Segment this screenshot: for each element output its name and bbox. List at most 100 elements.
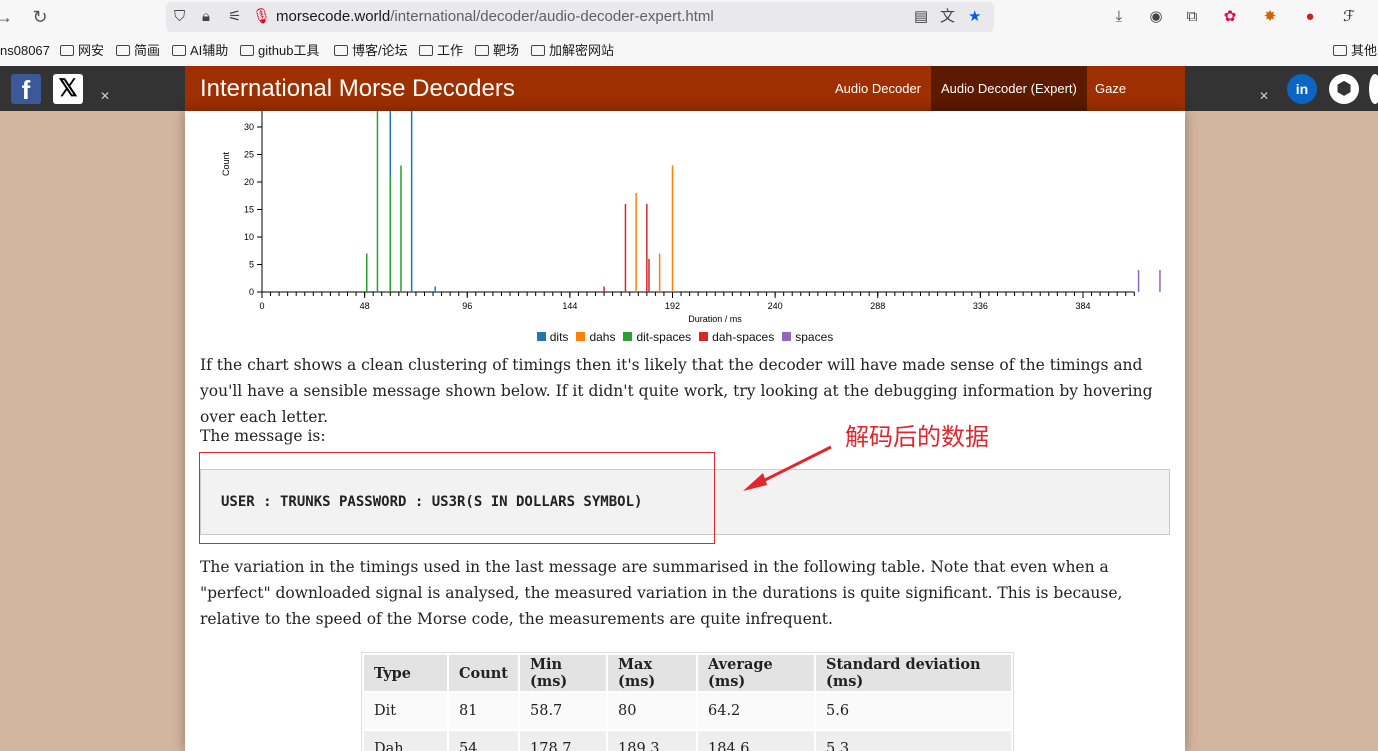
bar-dit-spaces: [389, 176, 392, 292]
url-text[interactable]: morsecode.world/international/decoder/au…: [276, 7, 714, 27]
site-title[interactable]: International Morse Decoders: [200, 75, 515, 103]
legend-label: dit-spaces: [636, 330, 692, 344]
folder-icon: [116, 45, 130, 56]
y-tick-label: 5: [249, 260, 254, 270]
folder-icon: [172, 45, 186, 56]
y-axis-label: Count: [221, 152, 231, 177]
bar-dit-spaces: [376, 111, 379, 292]
bar-dahs: [635, 193, 637, 292]
legend-label: dahs: [589, 330, 616, 344]
bar-dits: [434, 286, 436, 292]
close-icon[interactable]: ✕: [100, 89, 110, 103]
bookmark-folder[interactable]: 简画: [116, 42, 160, 60]
x-icon[interactable]: 𝕏: [53, 74, 83, 104]
bar-dit-spaces: [366, 253, 368, 292]
shield-icon[interactable]: ⛉: [174, 6, 185, 28]
annotation-arrow-icon: [743, 445, 832, 491]
close-icon[interactable]: ✕: [1259, 89, 1269, 103]
bookmark-label: 其他书: [1351, 43, 1378, 58]
table-cell: Dah: [364, 731, 447, 751]
downloads-icon[interactable]: ⤓: [1108, 6, 1130, 28]
table-cell: 5.3: [816, 731, 1011, 751]
bookmark-item[interactable]: ns08067: [0, 42, 50, 60]
table-cell: 184.6: [698, 731, 814, 751]
message-label: The message is:: [200, 427, 326, 445]
bookmark-star-icon[interactable]: ★: [968, 6, 981, 28]
bookmark-label: 简画: [134, 43, 161, 58]
facebook-icon[interactable]: f: [11, 74, 41, 105]
content-card: 0 48 96 144 192 240 288 336 384 0 5 10 15 20 25 30 Durat…: [185, 111, 1185, 751]
reader-view-icon[interactable]: ▤: [914, 6, 928, 28]
header-stddev: Standard deviation (ms): [816, 655, 1011, 691]
bookmark-label: 靶场: [493, 43, 520, 58]
folder-icon: [531, 45, 545, 56]
nav-audio-decoder[interactable]: Audio Decoder: [825, 66, 931, 111]
legend-swatch: [782, 332, 792, 341]
folder-icon: [240, 45, 254, 56]
account-icon[interactable]: ◉: [1145, 6, 1167, 28]
bookmark-label: AI辅助: [190, 43, 229, 58]
nav-audio-decoder-expert[interactable]: Audio Decoder (Expert): [931, 66, 1087, 111]
legend-swatch: [576, 332, 586, 341]
y-tick-label: 15: [244, 205, 254, 215]
bookmark-folder[interactable]: 工作: [419, 42, 463, 60]
x-axis-label: Duration / ms: [688, 314, 742, 324]
bookmark-folder[interactable]: 靶场: [475, 42, 519, 60]
extension-puzzle-icon[interactable]: ✿: [1219, 6, 1241, 28]
bar-dah-spaces: [646, 204, 648, 292]
address-bar[interactable]: ⛉ 🔒︎ ⚟ 🎙︎ morsecode.world/international/…: [166, 2, 994, 32]
table-row: Dah 54 178.7 189.3 184.6 5.3: [364, 731, 1011, 751]
x-tick-label: 384: [1075, 301, 1090, 311]
translate-icon[interactable]: 文: [940, 6, 955, 28]
x-tick-label: 288: [870, 301, 885, 311]
x-tick-label: 240: [768, 301, 783, 311]
annotation-label: 解码后的数据: [845, 423, 989, 451]
timing-histogram: 0 48 96 144 192 240 288 336 384 0 5 10 15 20 25 30 Durat…: [221, 111, 1161, 324]
bar-dit-spaces: [400, 165, 402, 292]
paragraph-chart-explanation: If the chart shows a clean clustering of…: [200, 356, 1153, 426]
y-tick-label: 10: [244, 232, 254, 242]
table-cell: 64.2: [698, 693, 814, 729]
table-cell: 178.7: [520, 731, 606, 751]
x-tick-label: 144: [562, 301, 577, 311]
url-path: /international/decoder/audio-decoder-exp…: [390, 8, 714, 25]
extension-color-icon[interactable]: ●: [1299, 6, 1321, 28]
forward-icon[interactable]: →: [0, 6, 16, 28]
table-cell: 189.3: [608, 731, 696, 751]
nav-gaze-decoder[interactable]: Gaze Decoder: [1085, 66, 1185, 141]
site-header: f 𝕏 ✕ International Morse Decoders Audio…: [0, 66, 1378, 141]
bar-dah-spaces: [624, 204, 627, 292]
x-tick-label: 96: [462, 301, 472, 311]
legend-item: spaces: [782, 330, 833, 344]
reload-icon[interactable]: ↻: [28, 6, 52, 28]
bar-spaces: [1137, 270, 1140, 292]
header-average: Average (ms): [698, 655, 814, 691]
paragraph-variation: The variation in the timings used in the…: [200, 558, 1123, 628]
bookmark-folder[interactable]: github工具: [240, 42, 319, 60]
table-cell: 58.7: [520, 693, 606, 729]
legend-item: dah-spaces: [699, 330, 774, 344]
bookmark-folder[interactable]: 其他书: [1333, 42, 1378, 60]
extension-fv-icon[interactable]: ℱ: [1338, 6, 1360, 28]
lock-icon[interactable]: 🔒︎: [202, 6, 210, 28]
extension-wappalyzer-icon[interactable]: ✸: [1259, 6, 1281, 28]
microphone-icon[interactable]: 🎙︎: [252, 6, 271, 28]
nav-bar: International Morse Decoders Audio Decod…: [185, 66, 1185, 141]
bookmark-folder[interactable]: 博客/论坛: [334, 42, 408, 60]
legend-swatch: [699, 332, 709, 341]
header-min: Min (ms): [520, 655, 606, 691]
x-tick-label: 48: [360, 301, 370, 311]
linkedin-icon[interactable]: in: [1287, 74, 1317, 104]
bookmark-label: 博客/论坛: [352, 43, 408, 58]
table-cell: 81: [449, 693, 518, 729]
extensions-icon[interactable]: ⧉: [1181, 6, 1203, 28]
legend-item: dits: [536, 330, 568, 344]
bookmark-folder[interactable]: 网安: [60, 42, 104, 60]
bookmark-folder[interactable]: 加解密网站: [531, 42, 614, 60]
legend-label: spaces: [795, 330, 834, 344]
github-icon[interactable]: ⬢: [1329, 74, 1359, 104]
more-social-icon[interactable]: [1369, 74, 1378, 104]
legend-item: dahs: [576, 330, 615, 344]
bookmark-folder[interactable]: AI辅助: [172, 42, 228, 60]
permissions-icon[interactable]: ⚟: [228, 6, 241, 28]
